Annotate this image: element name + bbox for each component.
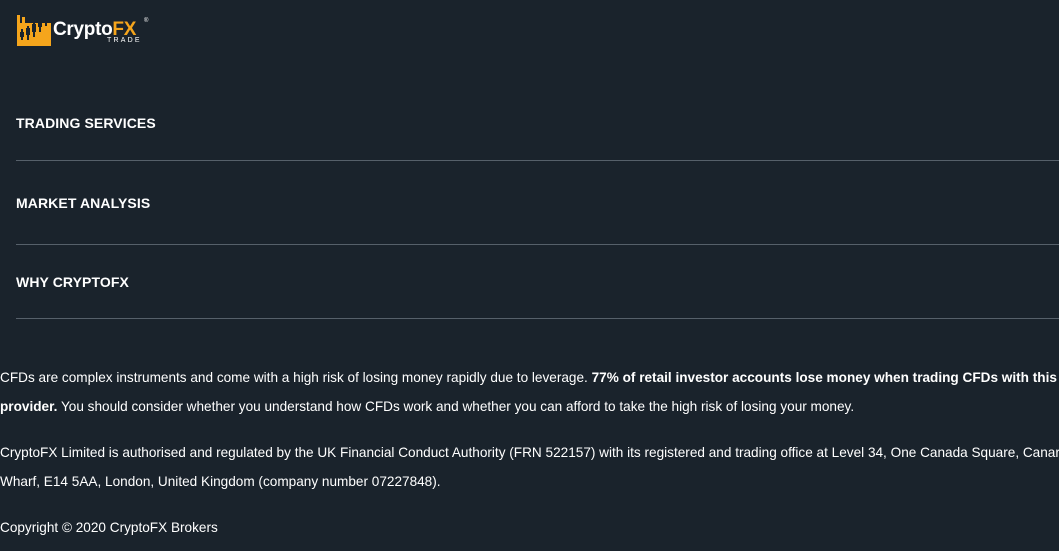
nav-item-trading-services[interactable]: TRADING SERVICES (16, 86, 1059, 161)
footer-nav: TRADING SERVICES MARKET ANALYSIS WHY CRY… (16, 86, 1059, 319)
registered-mark: ® (144, 18, 149, 24)
regulation-line-1: CryptoFX Limited is authorised and regul… (0, 445, 1059, 460)
regulation-line-2: Wharf, E14 5AA, London, United Kingdom (… (0, 473, 441, 489)
risk-warning-emphasis-end: provider. (0, 398, 58, 414)
risk-warning: CFDs are complex instruments and come wi… (0, 364, 1059, 421)
nav-item-label: WHY CRYPTOFX (16, 273, 129, 290)
nav-item-why-cryptofx[interactable]: WHY CRYPTOFX (16, 245, 1059, 319)
risk-warning-line-2: provider. You should consider whether yo… (0, 393, 1059, 422)
nav-item-market-analysis[interactable]: MARKET ANALYSIS (16, 161, 1059, 245)
brand-logo[interactable]: CryptoFX ® TRADE (17, 15, 149, 47)
nav-item-label: TRADING SERVICES (16, 115, 156, 131)
nav-item-label: MARKET ANALYSIS (16, 194, 151, 211)
footer-legal: CFDs are complex instruments and come wi… (0, 364, 1059, 551)
risk-warning-line-1: CFDs are complex instruments and come wi… (0, 364, 1059, 393)
cryptofx-logo-icon (17, 15, 51, 46)
brand-name-main: Crypto (53, 19, 113, 40)
brand-wordmark: CryptoFX ® TRADE (53, 15, 149, 46)
risk-warning-text: CFDs are complex instruments and come wi… (0, 370, 592, 385)
risk-warning-text-end: You should consider whether you understa… (57, 398, 855, 414)
copyright: Copyright © 2020 CryptoFX Brokers (0, 520, 218, 535)
brand-tagline: TRADE (107, 37, 142, 44)
regulation-notice: CryptoFX Limited is authorised and regul… (0, 439, 1059, 496)
risk-warning-emphasis: 77% of retail investor accounts lose mon… (591, 370, 1057, 385)
